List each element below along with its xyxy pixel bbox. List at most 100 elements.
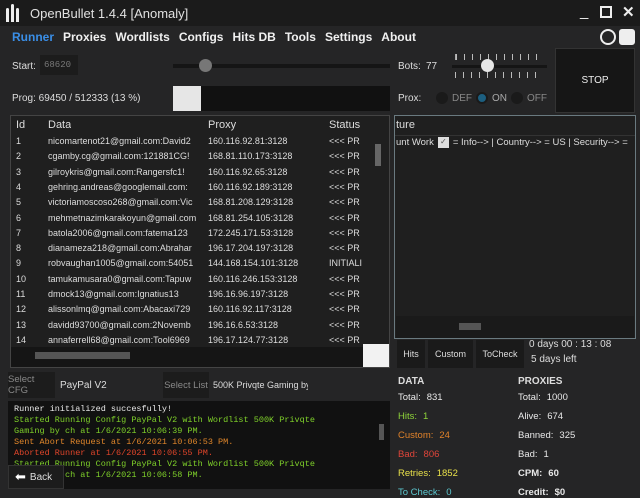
stat-item: Bad: 1 [518,449,549,460]
stat-item: To Check: 0 [398,487,452,498]
elapsed-timer: 0 days 00 : 13 : 08 [529,339,612,350]
slider-thumb[interactable] [199,59,212,72]
horizontal-scrollbar[interactable] [396,316,634,338]
table-cell: 5 [16,197,22,208]
log-line: Started Running Config PayPal V2 with Wo… [14,415,315,425]
table-row[interactable]: 10 tamukamusara0@gmail.com:Tapuw 160.116.2… [11,274,373,289]
table-cell: <<< PR [329,227,360,238]
table-cell: 3 [16,166,22,177]
table-row[interactable]: 8 dianameza218@gmail.com:Abrahar 196.17.20… [11,243,373,258]
menu-about[interactable]: About [381,30,416,44]
table-cell: 14 [16,334,27,345]
stat-label: Alive: [518,411,542,422]
vertical-scrollbar[interactable] [373,116,385,346]
radio-off[interactable] [511,92,523,104]
stat-item: CPM: 60 [518,468,559,479]
progress-bar [173,86,390,111]
table-cell: annaferrell68@gmail.com:Tool6969 [48,334,190,345]
bots-slider[interactable] [452,54,547,88]
tab-hits[interactable]: Hits [397,340,425,368]
table-cell: dianameza218@gmail.com:Abrahar [48,243,192,254]
table-cell: 1 [16,136,22,146]
menu-proxies[interactable]: Proxies [63,30,106,44]
table-cell: 7 [16,227,22,238]
select-cfg-button[interactable]: Select CFG [8,372,55,398]
radio-on[interactable] [476,92,488,104]
bots-value: 77 [426,61,438,72]
select-list-button[interactable]: Select List [163,372,209,398]
table-header: Id Data Proxy Status [16,119,361,131]
menu-hits-db[interactable]: Hits DB [232,30,275,44]
menu-wordlists[interactable]: Wordlists [115,30,169,44]
table-cell: gehring.andreas@googlemail.com: [48,181,188,192]
table-cell: dmock13@gmail.com:Ignatius13 [48,289,179,299]
app-logo-icon [6,4,20,22]
data-stats-title: DATA [398,376,425,387]
stat-item: Retries: 1852 [398,468,458,479]
selected-wordlist: 500K Privqte Gaming by ch [213,380,308,390]
table-cell: 196.16.96.197:3128 [208,289,289,299]
tab-custom[interactable]: Custom [428,340,473,368]
table-row[interactable]: 5 victoriamoscoso268@gmail.com:Vic 168.81.… [11,197,373,212]
table-cell: 8 [16,243,22,254]
close-button[interactable]: ✕ [622,3,635,21]
table-cell: mehmetnazimkarakoyun@gmail.com [48,212,197,223]
log-line: Started Running Config PayPal V2 with Wo… [14,459,315,469]
table-row[interactable]: 7 batola2006@gmail.com:fatema123 172.245.1… [11,228,373,243]
log-line: Runner initialized succesfully! [14,404,173,414]
proxy-stats-title: PROXIES [518,376,563,387]
stat-item: Alive: 674 [518,411,563,422]
stat-label: Total: [398,392,421,403]
stat-label: Hits: [398,411,417,422]
slider-thumb[interactable] [481,59,494,72]
table-cell: robvaughan1005@gmail.com:54051 [48,258,194,269]
horizontal-scrollbar[interactable] [11,347,373,367]
stat-label: Retries: [398,468,431,479]
table-cell: <<< PR [329,273,360,284]
table-cell: 13 [16,319,27,330]
menu-configs[interactable]: Configs [179,30,224,44]
table-cell: <<< PR [329,151,360,162]
table-cell: davidd93700@gmail.com:2Novemb [48,319,191,330]
table-cell: <<< PR [329,197,360,208]
stat-label: To Check: [398,487,441,498]
table-cell: alissonlmq@gmail.com:Abacaxi729 [48,304,191,315]
camera-icon[interactable] [619,29,635,45]
table-row[interactable]: 13 davidd93700@gmail.com:2Novemb 196.16.6.… [11,320,373,335]
table-cell: <<< PR [329,243,360,254]
stat-value: 1000 [546,392,568,403]
progress-fill [173,86,202,111]
history-icon[interactable] [600,29,616,45]
log-scrollbar[interactable] [378,404,386,484]
menu-runner[interactable]: Runner [12,30,54,44]
stat-item: Total: 831 [398,392,443,403]
maximize-button[interactable] [600,6,612,18]
log-line: Gaming by ch at 1/6/2021 10:06:58 PM. [14,470,203,480]
menu-settings[interactable]: Settings [325,30,372,44]
main-menu: Runner Proxies Wordlists Configs Hits DB… [12,30,416,44]
table-row[interactable]: 3 gilroykris@gmail.com:Rangersfc1! 160.116… [11,167,373,182]
table-cell: 12 [16,304,27,315]
start-slider[interactable] [173,59,390,72]
runner-log: Runner initialized succesfully! Started R… [8,401,390,489]
table-row[interactable]: 6 mehmetnazimkarakoyun@gmail.com 168.81.25… [11,213,373,228]
menu-tools[interactable]: Tools [285,30,316,44]
stop-button[interactable]: STOP [555,48,635,113]
table-row[interactable]: 2 cgamby.cg@gmail.com:121881CG! 168.81.110… [11,151,373,166]
table-cell: victoriamoscoso268@gmail.com:Vic [48,197,193,208]
table-cell: <<< PR [329,212,360,223]
back-button[interactable]: ⬅ Back [8,465,64,489]
table-row[interactable]: 4 gehring.andreas@googlemail.com: 160.116.… [11,182,373,197]
selected-config: PayPal V2 [60,380,107,391]
minimize-button[interactable]: _ [580,3,588,20]
table-row[interactable]: 9 robvaughan1005@gmail.com:54051 144.168.1… [11,258,373,273]
table-row[interactable]: 12 alissonlmq@gmail.com:Abacaxi729 160.116… [11,304,373,319]
log-line: Gaming by ch at 1/6/2021 10:06:39 PM. [14,426,203,436]
table-row[interactable]: 1 nicomartenot21@gmail.com:David2 160.116.… [11,136,373,151]
table-cell: 160.116.92.81:3128 [208,136,288,146]
radio-def[interactable] [436,92,448,104]
window-title: OpenBullet 1.4.4 [Anomaly] [30,6,189,21]
table-row[interactable]: 11 dmock13@gmail.com:Ignatius13 196.16.96.… [11,289,373,304]
start-input[interactable]: 68620 [40,55,78,75]
tab-tocheck[interactable]: ToCheck [476,340,524,368]
